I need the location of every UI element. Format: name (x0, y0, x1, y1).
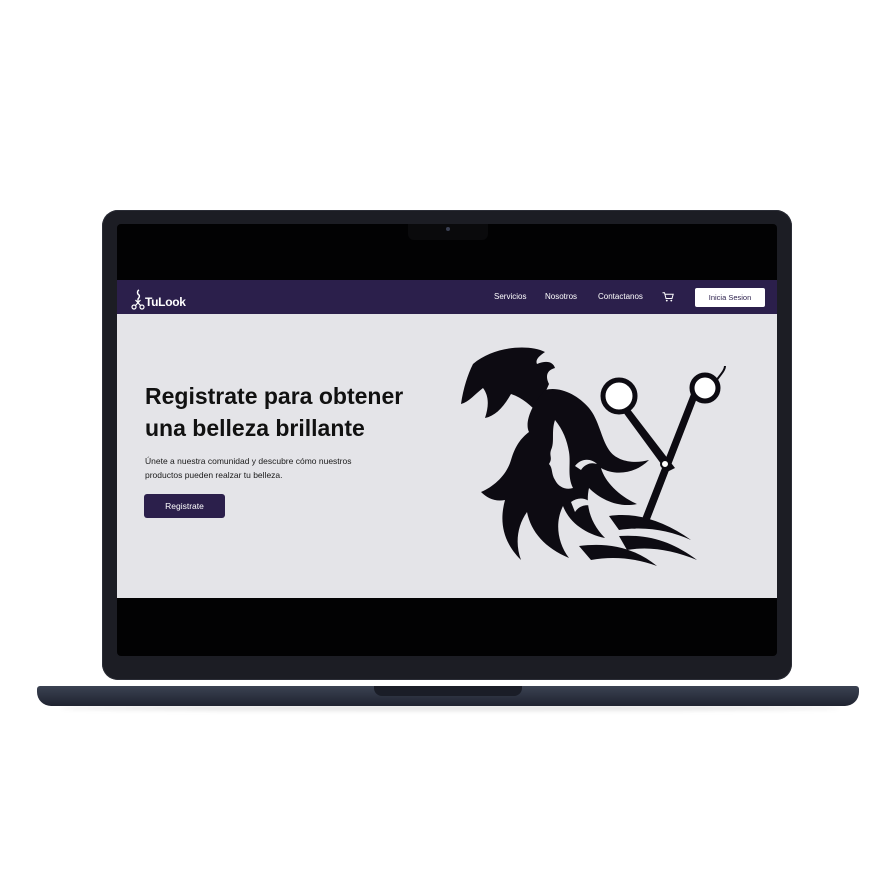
register-button[interactable]: Registrate (144, 494, 225, 518)
website-screen: TuLook Servicios Nosotros Contactanos In… (117, 280, 777, 598)
hero-title-line-1: Registrate para obtener (145, 383, 404, 409)
hero-subtitle-line-1: Únete a nuestra comunidad y descubre cóm… (145, 456, 352, 466)
nav-link-nosotros[interactable]: Nosotros (545, 292, 577, 301)
scissors-logo-icon (131, 289, 145, 310)
login-button[interactable]: Inicia Sesion (695, 288, 765, 307)
hair-silhouette-with-scissors-icon (461, 347, 726, 566)
hero-title: Registrate para obtener una belleza bril… (145, 380, 445, 444)
hero-title-line-2: una belleza brillante (145, 415, 365, 441)
navbar: TuLook Servicios Nosotros Contactanos In… (117, 280, 777, 314)
hero-subtitle-line-2: productos pueden realzar tu belleza. (145, 470, 283, 480)
brand-name: TuLook (145, 295, 186, 309)
webcam-icon (446, 227, 450, 231)
nav-link-servicios[interactable]: Servicios (494, 292, 526, 301)
laptop-base-lip (374, 686, 522, 696)
hero-subtitle: Únete a nuestra comunidad y descubre cóm… (145, 454, 375, 482)
brand-logo[interactable]: TuLook (131, 285, 186, 311)
cart-icon[interactable] (662, 292, 674, 302)
nav-link-contactanos[interactable]: Contactanos (598, 292, 643, 301)
